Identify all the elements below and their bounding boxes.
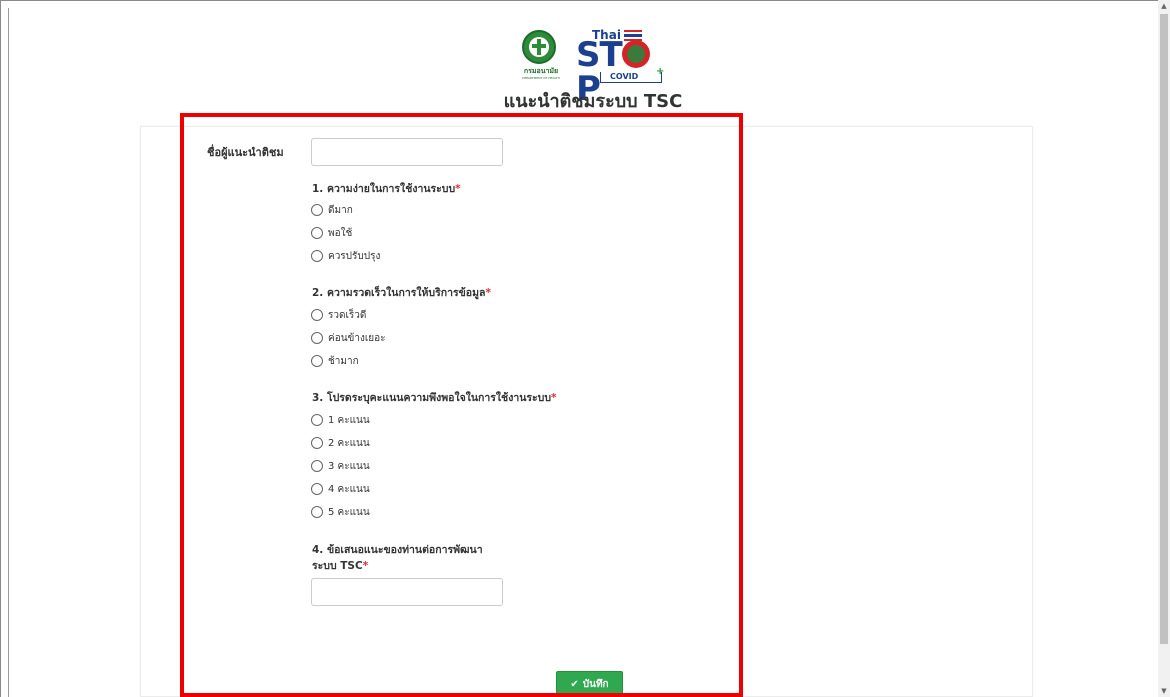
logo-plus: +	[656, 66, 665, 77]
header-logos: กรมอนามัย DEPARTMENT OF HEALTH Thai ST P …	[518, 28, 668, 106]
page-title: แนะนำติชมระบบ TSC	[503, 91, 683, 112]
page-title-wrapper: แนะนำติชมระบบ TSC	[0, 86, 1170, 115]
scroll-up-arrow-icon[interactable]: ▲	[1160, 2, 1168, 10]
annotation-highlight-box	[180, 113, 743, 697]
logo-covid-word: COVID	[610, 72, 639, 81]
moph-logo-text: กรมอนามัย	[523, 67, 559, 75]
thai-stop-covid-logo: Thai ST P COVID +	[568, 28, 668, 106]
virus-stop-icon	[621, 40, 650, 68]
moph-logo-subtext: DEPARTMENT OF HEALTH	[522, 76, 560, 80]
scroll-down-arrow-icon[interactable]: ▼	[1160, 687, 1168, 695]
moph-logo: กรมอนามัย DEPARTMENT OF HEALTH	[518, 28, 564, 84]
